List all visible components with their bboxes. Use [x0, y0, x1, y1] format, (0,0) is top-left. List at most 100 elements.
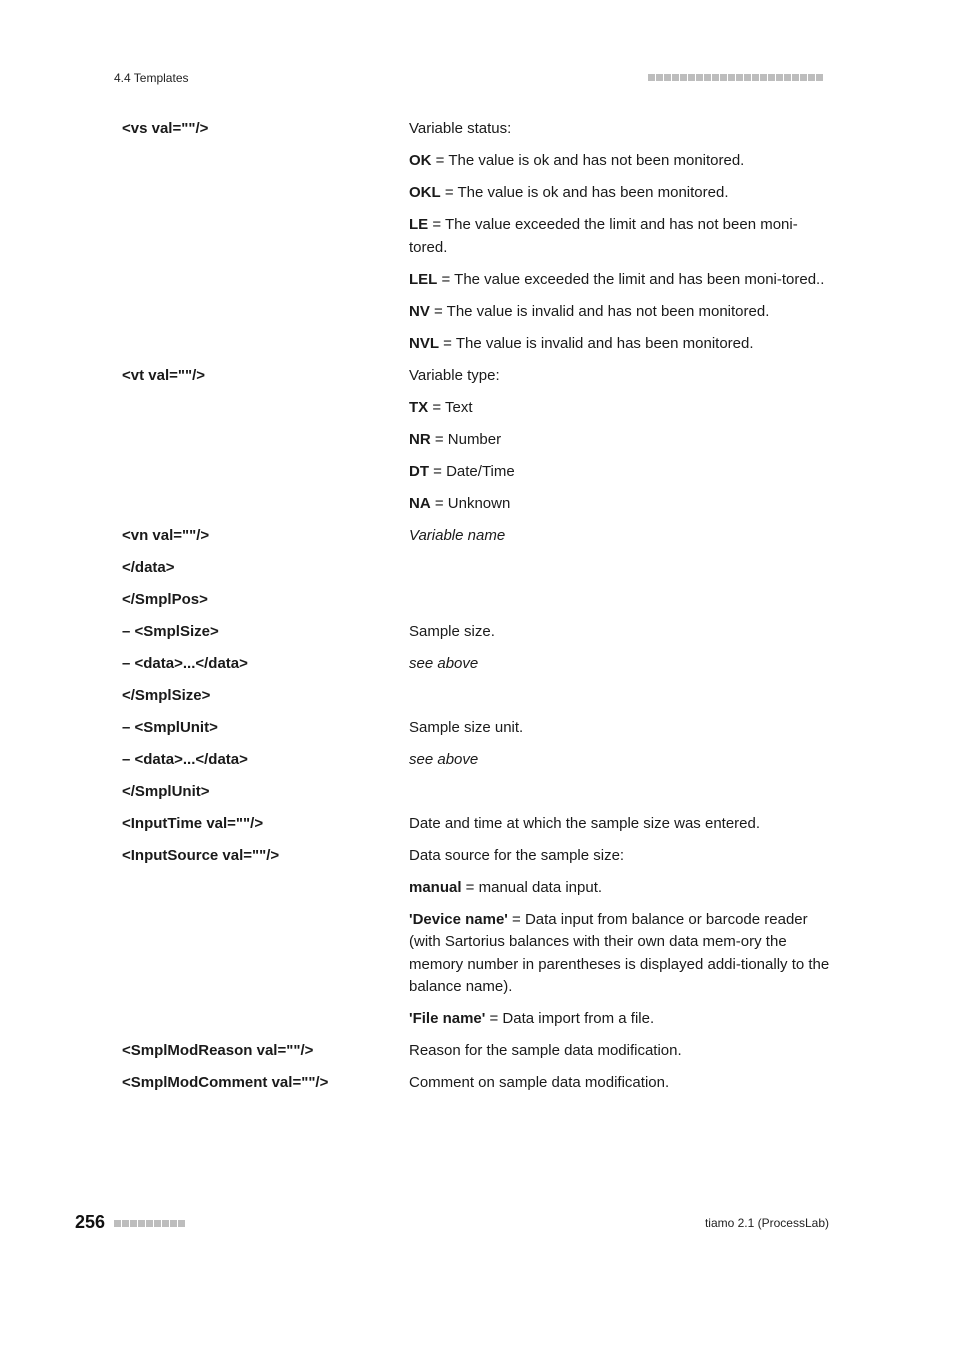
- description-paragraph: 'File name' = Data import from a file.: [409, 1008, 832, 1031]
- decorative-square: [800, 74, 807, 81]
- description-text: = The value exceeded the limit and has n…: [409, 216, 798, 256]
- description-paragraph: TX = Text: [409, 397, 832, 420]
- description-text: = The value is invalid and has been moni…: [439, 334, 754, 352]
- definition-row: <SmplModComment val=""/> Comment on sampl…: [122, 1072, 832, 1104]
- value-code: NR: [409, 430, 431, 448]
- description-paragraph: Sample size unit.: [409, 717, 832, 740]
- description-paragraph: NVL = The value is invalid and has been …: [409, 333, 832, 356]
- product-name: tiamo 2.1 (ProcessLab): [704, 1216, 829, 1230]
- description-paragraph: Variable name: [409, 525, 832, 548]
- description-text: = The value is ok and has not been monit…: [431, 152, 745, 169]
- decorative-square: [146, 1220, 153, 1227]
- description-text: Sample size unit.: [409, 718, 524, 736]
- value-code: 'File name': [409, 1010, 486, 1027]
- description-text: = The value is ok and has been monitored…: [440, 184, 729, 201]
- decorative-square: [178, 1220, 185, 1227]
- description-text: see above: [409, 654, 479, 672]
- decorative-square: [130, 1220, 137, 1227]
- decorative-square: [776, 74, 783, 81]
- description-paragraph: NV = The value is invalid and has not be…: [409, 301, 832, 324]
- description-text: = manual data input.: [461, 878, 603, 896]
- tag-description: Variable status: OK = The value is ok and…: [409, 118, 832, 365]
- description-text: Sample size.: [409, 622, 495, 640]
- tag-description: Reason for the sample data modification.: [409, 1040, 832, 1072]
- description-text: = The value is invalid and has not been …: [429, 302, 770, 320]
- decorative-square: [696, 74, 703, 81]
- decorative-square: [808, 74, 815, 81]
- value-code: TX: [409, 398, 429, 416]
- description-text: Variable name: [409, 526, 506, 544]
- description-paragraph: Comment on sample data modification.: [409, 1072, 832, 1095]
- section-title: 4.4 Templates: [114, 71, 189, 85]
- tag-description: see above: [409, 749, 832, 781]
- description-paragraph: NA = Unknown: [409, 493, 832, 516]
- description-paragraph: Data source for the sample size:: [409, 845, 832, 868]
- decorative-square: [712, 74, 719, 81]
- description-paragraph: Variable status:: [409, 118, 832, 141]
- tag-description: [409, 685, 832, 717]
- decorative-square: [792, 74, 799, 81]
- description-text: Variable type:: [409, 366, 500, 384]
- definition-row: – <data>...</data> see above: [122, 749, 832, 781]
- decorative-square: [170, 1220, 177, 1227]
- description-paragraph: see above: [409, 653, 832, 676]
- xml-tag: – <data>...</data>: [122, 654, 248, 672]
- definition-row: – <data>...</data> see above: [122, 653, 832, 685]
- description-text: Variable status:: [409, 120, 512, 137]
- definition-row: <vt val=""/> Variable type: TX = Text NR = …: [122, 365, 832, 525]
- decorative-square: [114, 1220, 121, 1227]
- xml-tag: </SmplPos>: [122, 590, 208, 608]
- header-decoration: [648, 74, 823, 81]
- xml-tag: <vt val=""/>: [122, 366, 206, 384]
- xml-tag: <InputSource val=""/>: [122, 846, 280, 864]
- decorative-square: [760, 74, 767, 81]
- definition-row: <vs val=""/> Variable status: OK = The val…: [122, 118, 832, 365]
- description-paragraph: LEL = The value exceeded the limit and h…: [409, 269, 832, 292]
- definition-row: – <SmplUnit> Sample size unit.: [122, 717, 832, 749]
- tag-description: Sample size.: [409, 621, 832, 653]
- value-code: OKL: [409, 184, 441, 201]
- description-paragraph: NR = Number: [409, 429, 832, 452]
- description-paragraph: Reason for the sample data modification.: [409, 1040, 832, 1063]
- description-paragraph: manual = manual data input.: [409, 877, 832, 900]
- decorative-square: [664, 74, 671, 81]
- value-code: NA: [409, 494, 431, 512]
- xml-tag: </SmplUnit>: [122, 782, 210, 800]
- decorative-square: [816, 74, 823, 81]
- tag-description: [409, 589, 832, 621]
- xml-tag: <InputTime val=""/>: [122, 814, 264, 832]
- decorative-square: [752, 74, 759, 81]
- value-code: NV: [409, 302, 430, 320]
- description-text: = Unknown: [430, 494, 511, 512]
- description-text: Comment on sample data modification.: [409, 1074, 670, 1091]
- decorative-square: [728, 74, 735, 81]
- definition-list: <vs val=""/> Variable status: OK = The val…: [122, 118, 832, 1104]
- definition-row: </SmplUnit>: [122, 781, 832, 813]
- decorative-square: [656, 74, 663, 81]
- value-code: NVL: [409, 334, 439, 352]
- decorative-square: [688, 74, 695, 81]
- xml-tag: – <SmplSize>: [122, 622, 219, 640]
- definition-row: <InputSource val=""/> Data source for the…: [122, 845, 832, 1041]
- description-text: = Data import from a file.: [485, 1010, 655, 1027]
- xml-tag: – <SmplUnit>: [122, 718, 218, 736]
- xml-tag: – <data>...</data>: [122, 750, 248, 768]
- decorative-square: [648, 74, 655, 81]
- description-paragraph: OK = The value is ok and has not been mo…: [409, 150, 832, 173]
- description-paragraph: OKL = The value is ok and has been monit…: [409, 182, 832, 205]
- decorative-square: [680, 74, 687, 81]
- tag-description: Data source for the sample size: manual =…: [409, 845, 832, 1041]
- decorative-square: [704, 74, 711, 81]
- xml-tag: <vs val=""/>: [122, 120, 209, 137]
- decorative-square: [768, 74, 775, 81]
- description-paragraph: Sample size.: [409, 621, 832, 644]
- decorative-square: [162, 1220, 169, 1227]
- tag-description: Variable type: TX = Text NR = Number DT = D…: [409, 365, 832, 525]
- decorative-square: [122, 1220, 129, 1227]
- value-code: LEL: [409, 270, 438, 288]
- definition-row: <SmplModReason val=""/> Reason for the sa…: [122, 1040, 832, 1072]
- description-text: Date and time at which the sample size w…: [409, 814, 761, 832]
- description-text: = Number: [430, 430, 502, 448]
- xml-tag: </data>: [122, 558, 175, 576]
- description-text: Reason for the sample data modification.: [409, 1042, 682, 1059]
